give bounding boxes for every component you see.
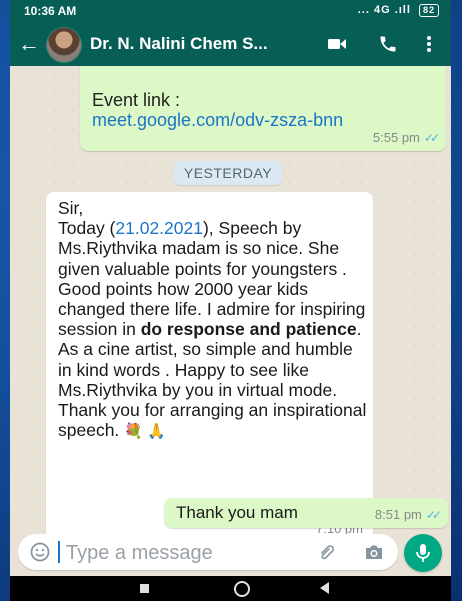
more-options-icon[interactable] [426, 35, 432, 53]
meet-link[interactable]: meet.google.com/odv-zsza-bnn [92, 110, 343, 131]
status-icons: ... 4G .ıll 82 [358, 4, 439, 17]
composer-bar [18, 534, 398, 570]
text-cursor [58, 541, 60, 563]
phone-screen: 10:36 AM ... 4G .ıll 82 ← Dr. N. Nalini … [10, 0, 451, 601]
mic-button[interactable] [404, 534, 442, 572]
read-receipt-icon: ✓✓ [425, 508, 442, 522]
back-triangle-icon[interactable] [320, 582, 329, 594]
android-nav-bar [10, 576, 451, 601]
camera-icon[interactable] [364, 544, 384, 560]
chat-area[interactable]: Event link : meet.google.com/odv-zsza-bn… [10, 66, 451, 534]
message-outgoing-thanks[interactable]: Thank you mam 8:51 pm ✓✓ [164, 498, 448, 528]
emoji-smile-icon[interactable] [30, 542, 50, 562]
read-receipt-icon: ✓✓ [423, 131, 440, 145]
video-call-icon[interactable] [328, 37, 346, 51]
message-greeting: Sir, [58, 198, 84, 218]
contact-name[interactable]: Dr. N. Nalini Chem S... [90, 34, 268, 54]
recent-apps-icon[interactable] [140, 584, 149, 593]
message-bold-text: do response and patience [140, 319, 357, 340]
chat-header: ← Dr. N. Nalini Chem S... [10, 22, 451, 66]
battery-icon: 82 [418, 4, 439, 17]
bouquet-pray-emoji-icon: 💐 🙏 [124, 423, 166, 441]
voice-call-icon[interactable] [378, 34, 398, 54]
message-time: 5:55 pm [372, 130, 420, 145]
message-meta: 5:55 pm ✓✓ [372, 130, 440, 145]
date-divider: YESTERDAY [174, 161, 282, 185]
message-text: Sir, Today (21.02.2021), Speech by Ms.Ri… [58, 198, 368, 442]
paperclip-icon[interactable] [318, 543, 336, 561]
home-icon[interactable] [234, 581, 250, 597]
message-date-link[interactable]: 21.02.2021 [115, 218, 203, 238]
message-input[interactable] [64, 538, 288, 568]
status-time: 10:36 AM [24, 4, 77, 18]
status-bar: 10:36 AM ... 4G .ıll 82 [10, 0, 451, 22]
message-incoming[interactable]: Sir, Today (21.02.2021), Speech by Ms.Ri… [46, 192, 373, 534]
message-outgoing-event-link[interactable]: Event link : meet.google.com/odv-zsza-bn… [80, 66, 446, 151]
arrow-left-icon[interactable]: ← [18, 31, 40, 57]
signal-indicator: ... 4G .ıll [357, 4, 411, 16]
avatar[interactable] [46, 27, 82, 63]
message-text: Thank you mam [176, 503, 298, 522]
message-text: Event link : [92, 90, 181, 110]
message-date-prefix: Today ( [58, 218, 116, 239]
message-time: 8:51 pm [374, 507, 422, 522]
message-meta: 8:51 pm ✓✓ [374, 507, 442, 522]
microphone-icon [416, 544, 430, 562]
